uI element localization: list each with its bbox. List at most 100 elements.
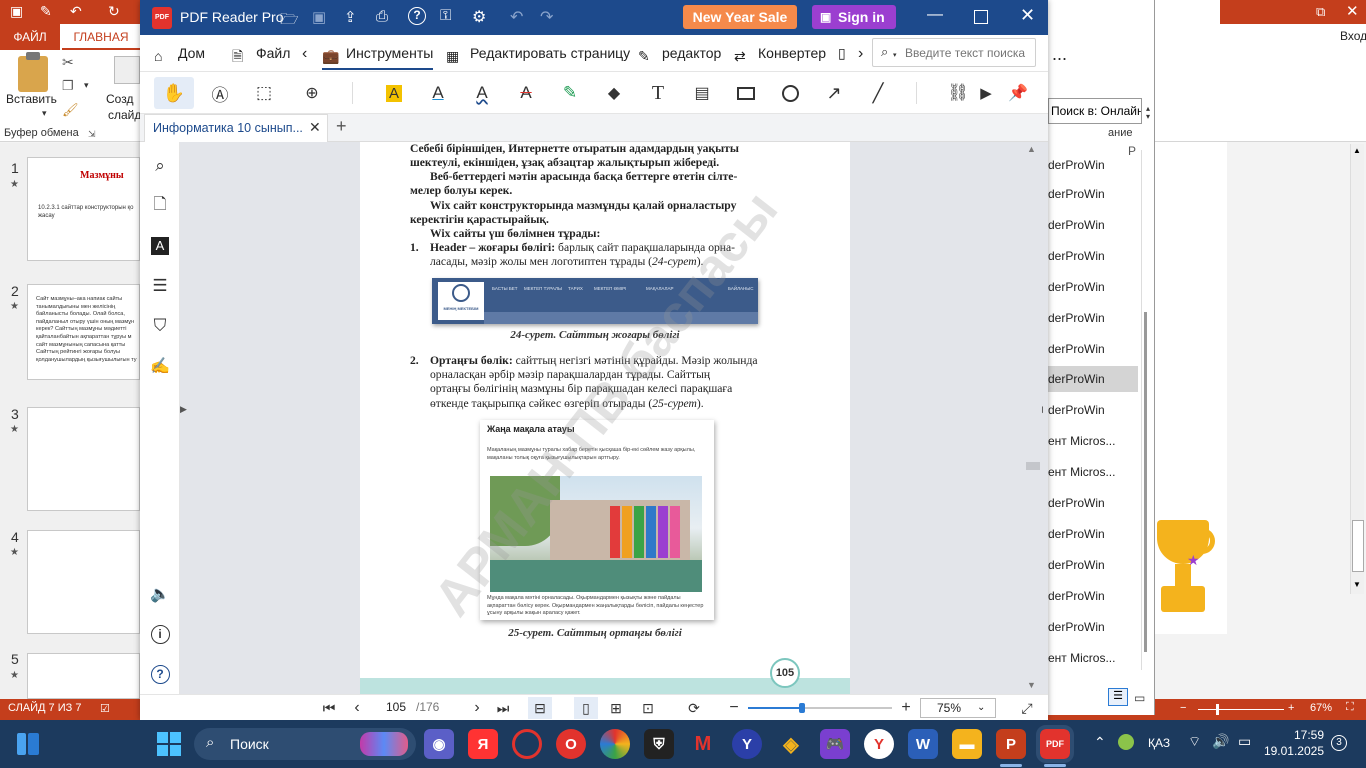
open-folder-icon[interactable]: 🗁 xyxy=(280,9,299,34)
toolbar-more-icon[interactable]: ▶ xyxy=(974,77,998,109)
squiggly-icon[interactable]: A xyxy=(466,77,498,109)
list-view-icon[interactable]: ☰ xyxy=(1108,688,1128,706)
note-icon[interactable]: ▤ xyxy=(686,77,718,109)
dialog-item[interactable]: derProWin xyxy=(1048,552,1138,578)
new-year-sale-button[interactable]: New Year Sale xyxy=(683,5,797,29)
area-select-icon[interactable]: ⬚ xyxy=(248,77,280,109)
ppt-vertical-scrollbar[interactable]: ▲ ▼ xyxy=(1350,144,1364,594)
next-page-icon[interactable]: › xyxy=(466,697,488,719)
pen-icon[interactable]: ✎ xyxy=(554,77,586,109)
close-window-icon[interactable]: ✕ xyxy=(1346,2,1359,20)
menu-more-icon[interactable]: ▯ xyxy=(838,35,846,72)
ppt-signin[interactable]: Вход xyxy=(1340,29,1366,43)
slide-thumbnail-4[interactable] xyxy=(27,530,140,634)
binance-icon[interactable]: ◈ xyxy=(776,729,806,759)
text-box-icon[interactable]: T xyxy=(642,77,674,109)
new-slide-icon[interactable] xyxy=(114,56,140,84)
spellcheck-icon[interactable]: ☑ xyxy=(100,702,110,715)
clock-time[interactable]: 17:59 xyxy=(1270,728,1324,742)
powerpoint-icon[interactable]: P xyxy=(996,729,1026,759)
dialog-item[interactable]: derProWin xyxy=(1048,243,1138,269)
wifi-icon[interactable]: ⌔ xyxy=(1188,733,1201,751)
menu-file[interactable]: 🗎 Файл xyxy=(232,35,290,72)
redo-icon[interactable]: ↻ xyxy=(108,3,120,20)
zoom-select[interactable]: 75% ⌄ xyxy=(920,698,996,718)
search-icon[interactable]: ⌕ xyxy=(148,154,172,178)
underline-icon[interactable]: A xyxy=(422,77,454,109)
dialog-item[interactable]: derProWin xyxy=(1048,181,1138,207)
arrow-icon[interactable]: ↗ xyxy=(818,77,850,109)
cut-icon[interactable]: ✂ xyxy=(62,54,74,71)
zoom-out-icon[interactable]: − xyxy=(724,697,744,719)
word-icon[interactable]: W xyxy=(908,729,938,759)
menu-converter[interactable]: ⇄ Конвертер xyxy=(734,35,826,72)
format-painter-icon[interactable]: 🖌 xyxy=(62,102,79,118)
tray-app-icon[interactable] xyxy=(1118,734,1134,750)
gamepad-icon[interactable]: 🎮 xyxy=(820,729,850,759)
search-box[interactable]: ⌕ ▾ xyxy=(872,38,1036,67)
keyboard-language[interactable]: ҚАЗ xyxy=(1148,736,1170,750)
meet-icon[interactable]: ◉ xyxy=(424,729,454,759)
dialog-launcher-icon[interactable]: ⇲ xyxy=(88,129,96,140)
dialog-item[interactable]: derProWin xyxy=(1048,336,1138,362)
dialog-scrollbar[interactable] xyxy=(1144,312,1147,652)
last-page-icon[interactable]: ⏭ xyxy=(492,697,514,719)
first-page-icon[interactable]: ⏮ xyxy=(318,697,340,719)
new-tab-icon[interactable]: + xyxy=(336,116,347,137)
dialog-item[interactable]: derProWin xyxy=(1048,274,1138,300)
print-icon[interactable]: ⎙ xyxy=(376,8,388,25)
help-icon[interactable]: ? xyxy=(408,7,426,25)
two-page-icon[interactable]: ⊞ xyxy=(604,697,628,719)
save-icon[interactable]: ▣ xyxy=(312,8,326,26)
search-in-dropdown[interactable]: Поиск в: Онлайн... xyxy=(1048,98,1142,124)
signature-icon[interactable]: ✍ xyxy=(148,354,172,378)
dialog-item-selected[interactable]: derProWin xyxy=(1048,366,1138,392)
new-slide-label[interactable]: Созд xyxy=(106,92,133,106)
page-thumbnail-icon[interactable]: 🗋 xyxy=(148,194,172,218)
taskbar-search[interactable]: ⌕ Поиск xyxy=(194,728,416,760)
game-shield-icon[interactable]: ⛨ xyxy=(644,729,674,759)
dialog-item[interactable]: ент Micros... xyxy=(1048,645,1138,671)
pin-icon[interactable]: 📌 xyxy=(1002,77,1034,109)
pdf-vertical-scrollbar[interactable]: ▲ ▼ xyxy=(1022,142,1042,694)
eraser-icon[interactable]: ◆ xyxy=(598,77,630,109)
outline-icon[interactable]: ☰ xyxy=(148,274,172,298)
paste-icon[interactable] xyxy=(18,56,48,92)
fit-page-icon[interactable]: ⊟ xyxy=(528,697,552,719)
help-icon[interactable]: ? xyxy=(148,662,172,686)
dialog-item[interactable]: derProWin xyxy=(1048,305,1138,331)
opera-icon[interactable] xyxy=(512,729,542,759)
dialog-item[interactable]: derProWin xyxy=(1048,397,1138,423)
copy-icon[interactable]: ❐ xyxy=(62,78,74,94)
tab-home[interactable]: ГЛАВНАЯ xyxy=(62,24,140,50)
chevron-up-icon[interactable]: ⌃ xyxy=(1094,734,1106,751)
page-number-input[interactable]: 105 xyxy=(378,700,414,714)
slide-thumbnail-5[interactable] xyxy=(27,653,140,699)
circle-icon[interactable] xyxy=(774,77,806,109)
dialog-item[interactable]: derProWin xyxy=(1048,614,1138,640)
tile-view-icon[interactable]: ▭ xyxy=(1134,691,1145,705)
dialog-item[interactable]: derProWin xyxy=(1048,521,1138,547)
slide-thumbnail-2[interactable]: Сайт мазмұны–ака напиак сайты танымалдығ… xyxy=(27,284,140,380)
dialog-item[interactable]: ент Micros... xyxy=(1048,428,1138,454)
menu-editor[interactable]: ✎ редактор xyxy=(638,35,721,72)
zoom-out-icon[interactable]: − xyxy=(1180,702,1186,714)
menu-home[interactable]: ⌂ Дом xyxy=(154,35,205,72)
menu-scroll-left-icon[interactable]: ‹ xyxy=(302,35,307,72)
battery-icon[interactable]: ▭ xyxy=(1238,733,1251,750)
zoom-area-icon[interactable]: ⊕ xyxy=(296,77,328,109)
speaker-icon[interactable]: 🔈 xyxy=(148,582,172,606)
text-select-icon[interactable]: Ⓐ xyxy=(204,77,236,109)
hand-tool-icon[interactable]: ✋ xyxy=(154,77,194,109)
dialog-item[interactable]: derProWin xyxy=(1048,490,1138,516)
clock-date[interactable]: 19.01.2025 xyxy=(1262,744,1324,758)
sidebar-expand-icon[interactable]: ▶ xyxy=(180,404,187,415)
rotate-page-icon[interactable]: ⟳ xyxy=(682,697,706,719)
zoom-slider[interactable] xyxy=(748,703,892,713)
widgets-icon[interactable] xyxy=(17,733,39,755)
undo-icon[interactable]: ↶ xyxy=(70,3,82,20)
slide-thumbnail-3[interactable] xyxy=(27,407,140,511)
yasmin-icon[interactable]: Y xyxy=(732,729,762,759)
explorer-icon[interactable]: ▬ xyxy=(952,729,982,759)
info-icon[interactable]: i xyxy=(148,622,172,646)
